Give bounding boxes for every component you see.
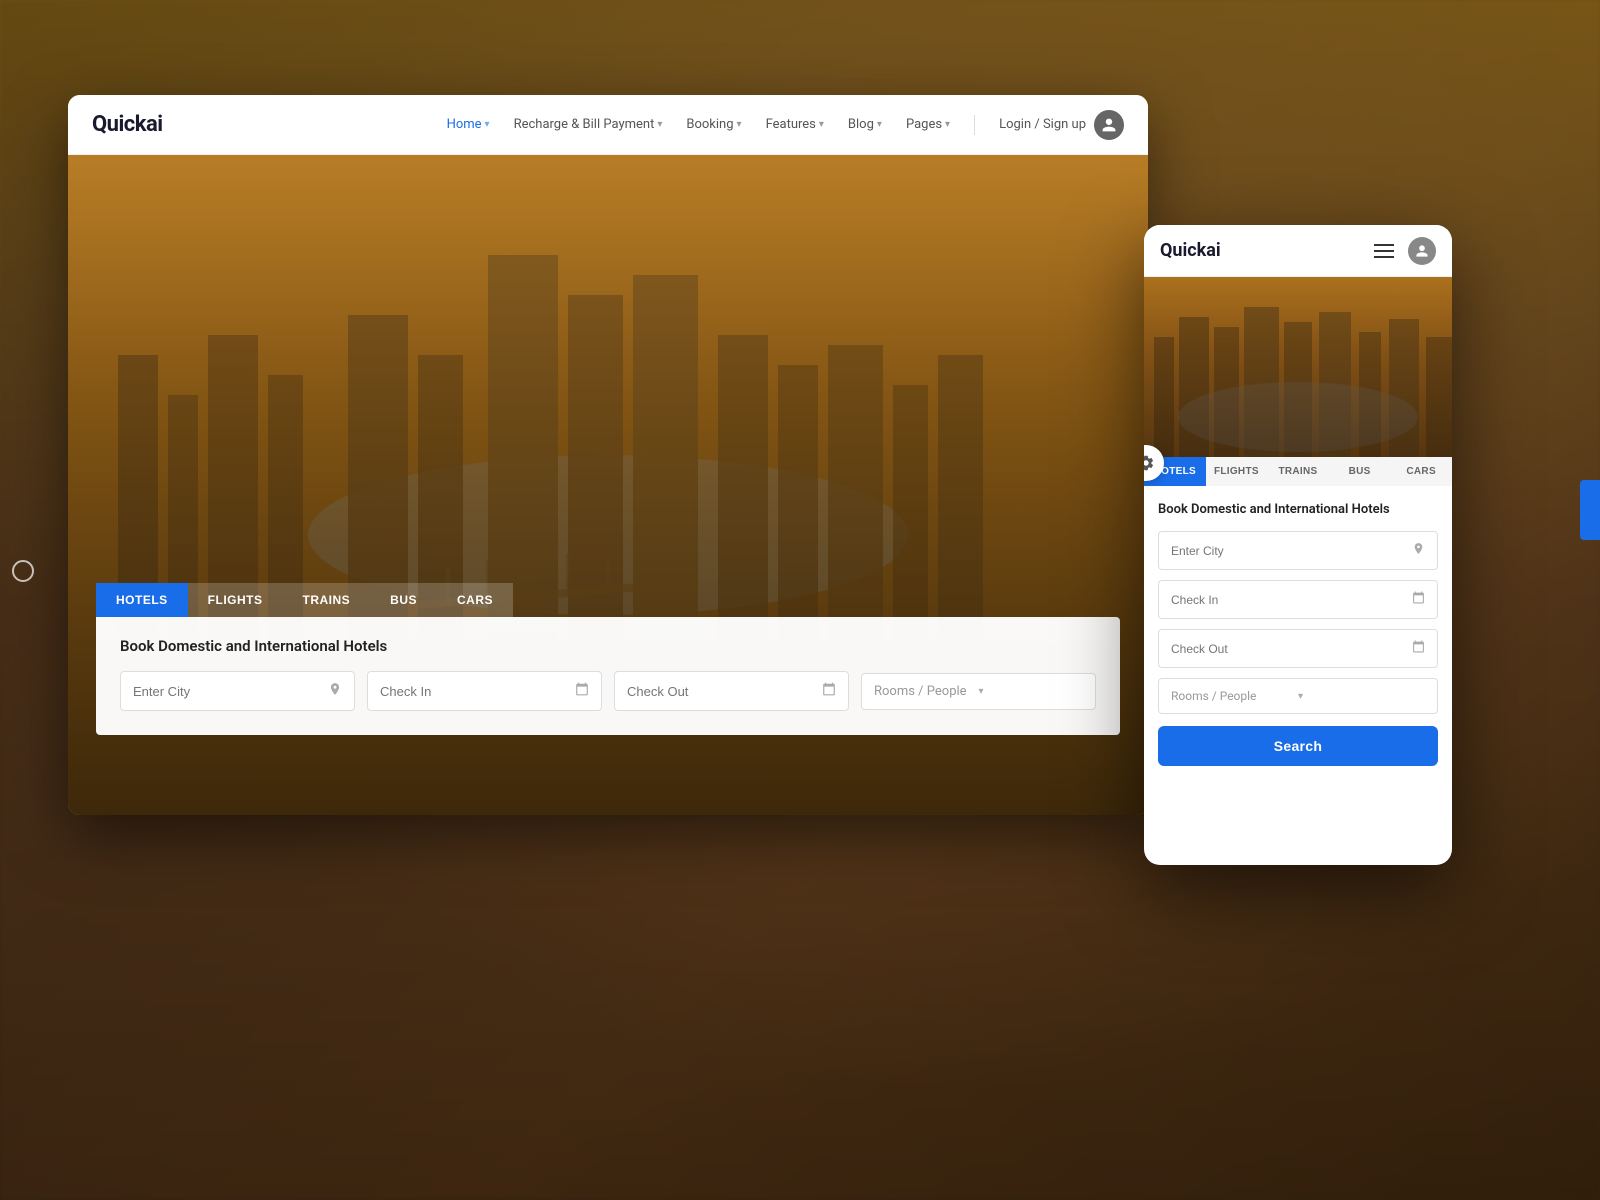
checkin-field[interactable] [367,671,602,711]
chevron-down-icon: ▾ [877,119,882,130]
mobile-nav-icons [1374,237,1436,265]
nav-link-pages[interactable]: Pages ▾ [906,117,950,132]
mobile-booking-tabs: HOTELS FLIGHTS TRAINS BUS CARS [1144,457,1452,486]
mobile-checkout-input[interactable] [1171,642,1412,656]
location-icon [1412,542,1425,559]
mobile-checkin-field[interactable] [1158,580,1438,619]
calendar-icon [822,682,836,700]
mobile-hero [1144,277,1452,457]
mobile-booking-title: Book Domestic and International Hotels [1158,502,1438,517]
booking-form-title: Book Domestic and International Hotels [120,637,1096,655]
desktop-hero: HOTELS FLIGHTS TRAINS BUS CARS Book Dome… [68,155,1148,815]
desktop-booking-form: Book Domestic and International Hotels [96,617,1120,735]
checkin-input[interactable] [380,684,575,699]
blue-tab-hint [1580,480,1600,540]
desktop-navbar: Quickai Home ▾ Recharge & Bill Payment ▾… [68,95,1148,155]
chevron-down-icon: ▾ [945,119,950,130]
calendar-icon [1412,640,1425,657]
mobile-navbar: Quickai [1144,225,1452,277]
desktop-nav-links: Home ▾ Recharge & Bill Payment ▾ Booking… [447,110,1124,140]
city-field[interactable] [120,671,355,711]
calendar-icon [1412,591,1425,608]
mobile-user-avatar[interactable] [1408,237,1436,265]
chevron-down-icon: ▾ [979,686,1084,697]
mobile-booking-widget: HOTELS FLIGHTS TRAINS BUS CARS Book Dome… [1144,457,1452,782]
location-icon [328,682,342,700]
tab-flights[interactable]: FLIGHTS [188,583,283,617]
tab-bus[interactable]: BUS [370,583,437,617]
mobile-browser-window: Quickai [1144,225,1452,865]
checkout-field[interactable] [614,671,849,711]
mobile-search-button[interactable]: Search [1158,726,1438,766]
mobile-rooms-people-select[interactable]: Rooms / People ▾ [1158,678,1438,714]
nav-link-features[interactable]: Features ▾ [766,117,824,132]
chevron-down-icon: ▾ [819,119,824,130]
tab-trains[interactable]: TRAINS [283,583,371,617]
desktop-browser-window: Quickai Home ▾ Recharge & Bill Payment ▾… [68,95,1148,815]
mobile-booking-form: Book Domestic and International Hotels [1144,486,1452,782]
chevron-down-icon: ▾ [737,119,742,130]
mobile-tab-cars[interactable]: CARS [1390,457,1452,486]
mobile-tab-flights[interactable]: FLIGHTS [1206,457,1268,486]
hamburger-line-3 [1374,256,1394,258]
nav-link-recharge[interactable]: Recharge & Bill Payment ▾ [514,117,663,132]
tab-hotels[interactable]: HOTELS [96,583,188,617]
mobile-tab-trains[interactable]: TRAINS [1267,457,1329,486]
hamburger-menu-button[interactable] [1374,244,1394,258]
mobile-rooms-label: Rooms / People [1171,689,1298,703]
hamburger-line-1 [1374,244,1394,246]
nav-link-booking[interactable]: Booking ▾ [686,117,741,132]
login-button[interactable]: Login / Sign up [999,110,1124,140]
nav-link-home[interactable]: Home ▾ [447,117,490,132]
user-avatar [1094,110,1124,140]
pin-circle-decoration [12,560,34,582]
mobile-tab-bus[interactable]: BUS [1329,457,1391,486]
chevron-down-icon: ▾ [1298,691,1425,702]
rooms-people-select[interactable]: Rooms / People ▾ [861,673,1096,710]
desktop-logo: Quickai [92,112,163,137]
nav-divider [974,115,975,135]
mobile-logo: Quickai [1160,240,1374,261]
tab-cars[interactable]: CARS [437,583,513,617]
calendar-icon [575,682,589,700]
mobile-checkin-input[interactable] [1171,593,1412,607]
desktop-booking-widget: HOTELS FLIGHTS TRAINS BUS CARS Book Dome… [68,583,1148,735]
nav-link-blog[interactable]: Blog ▾ [848,117,882,132]
mobile-city-input[interactable] [1171,544,1412,558]
mobile-city-field[interactable] [1158,531,1438,570]
chevron-down-icon: ▾ [657,119,662,130]
booking-form-fields: Rooms / People ▾ [120,671,1096,711]
checkout-input[interactable] [627,684,822,699]
hamburger-line-2 [1374,250,1394,252]
chevron-down-icon: ▾ [485,119,490,130]
desktop-booking-tabs: HOTELS FLIGHTS TRAINS BUS CARS [96,583,1120,617]
mobile-city-svg [1144,277,1452,457]
rooms-people-label: Rooms / People [874,684,979,699]
mobile-checkout-field[interactable] [1158,629,1438,668]
city-input[interactable] [133,684,328,699]
